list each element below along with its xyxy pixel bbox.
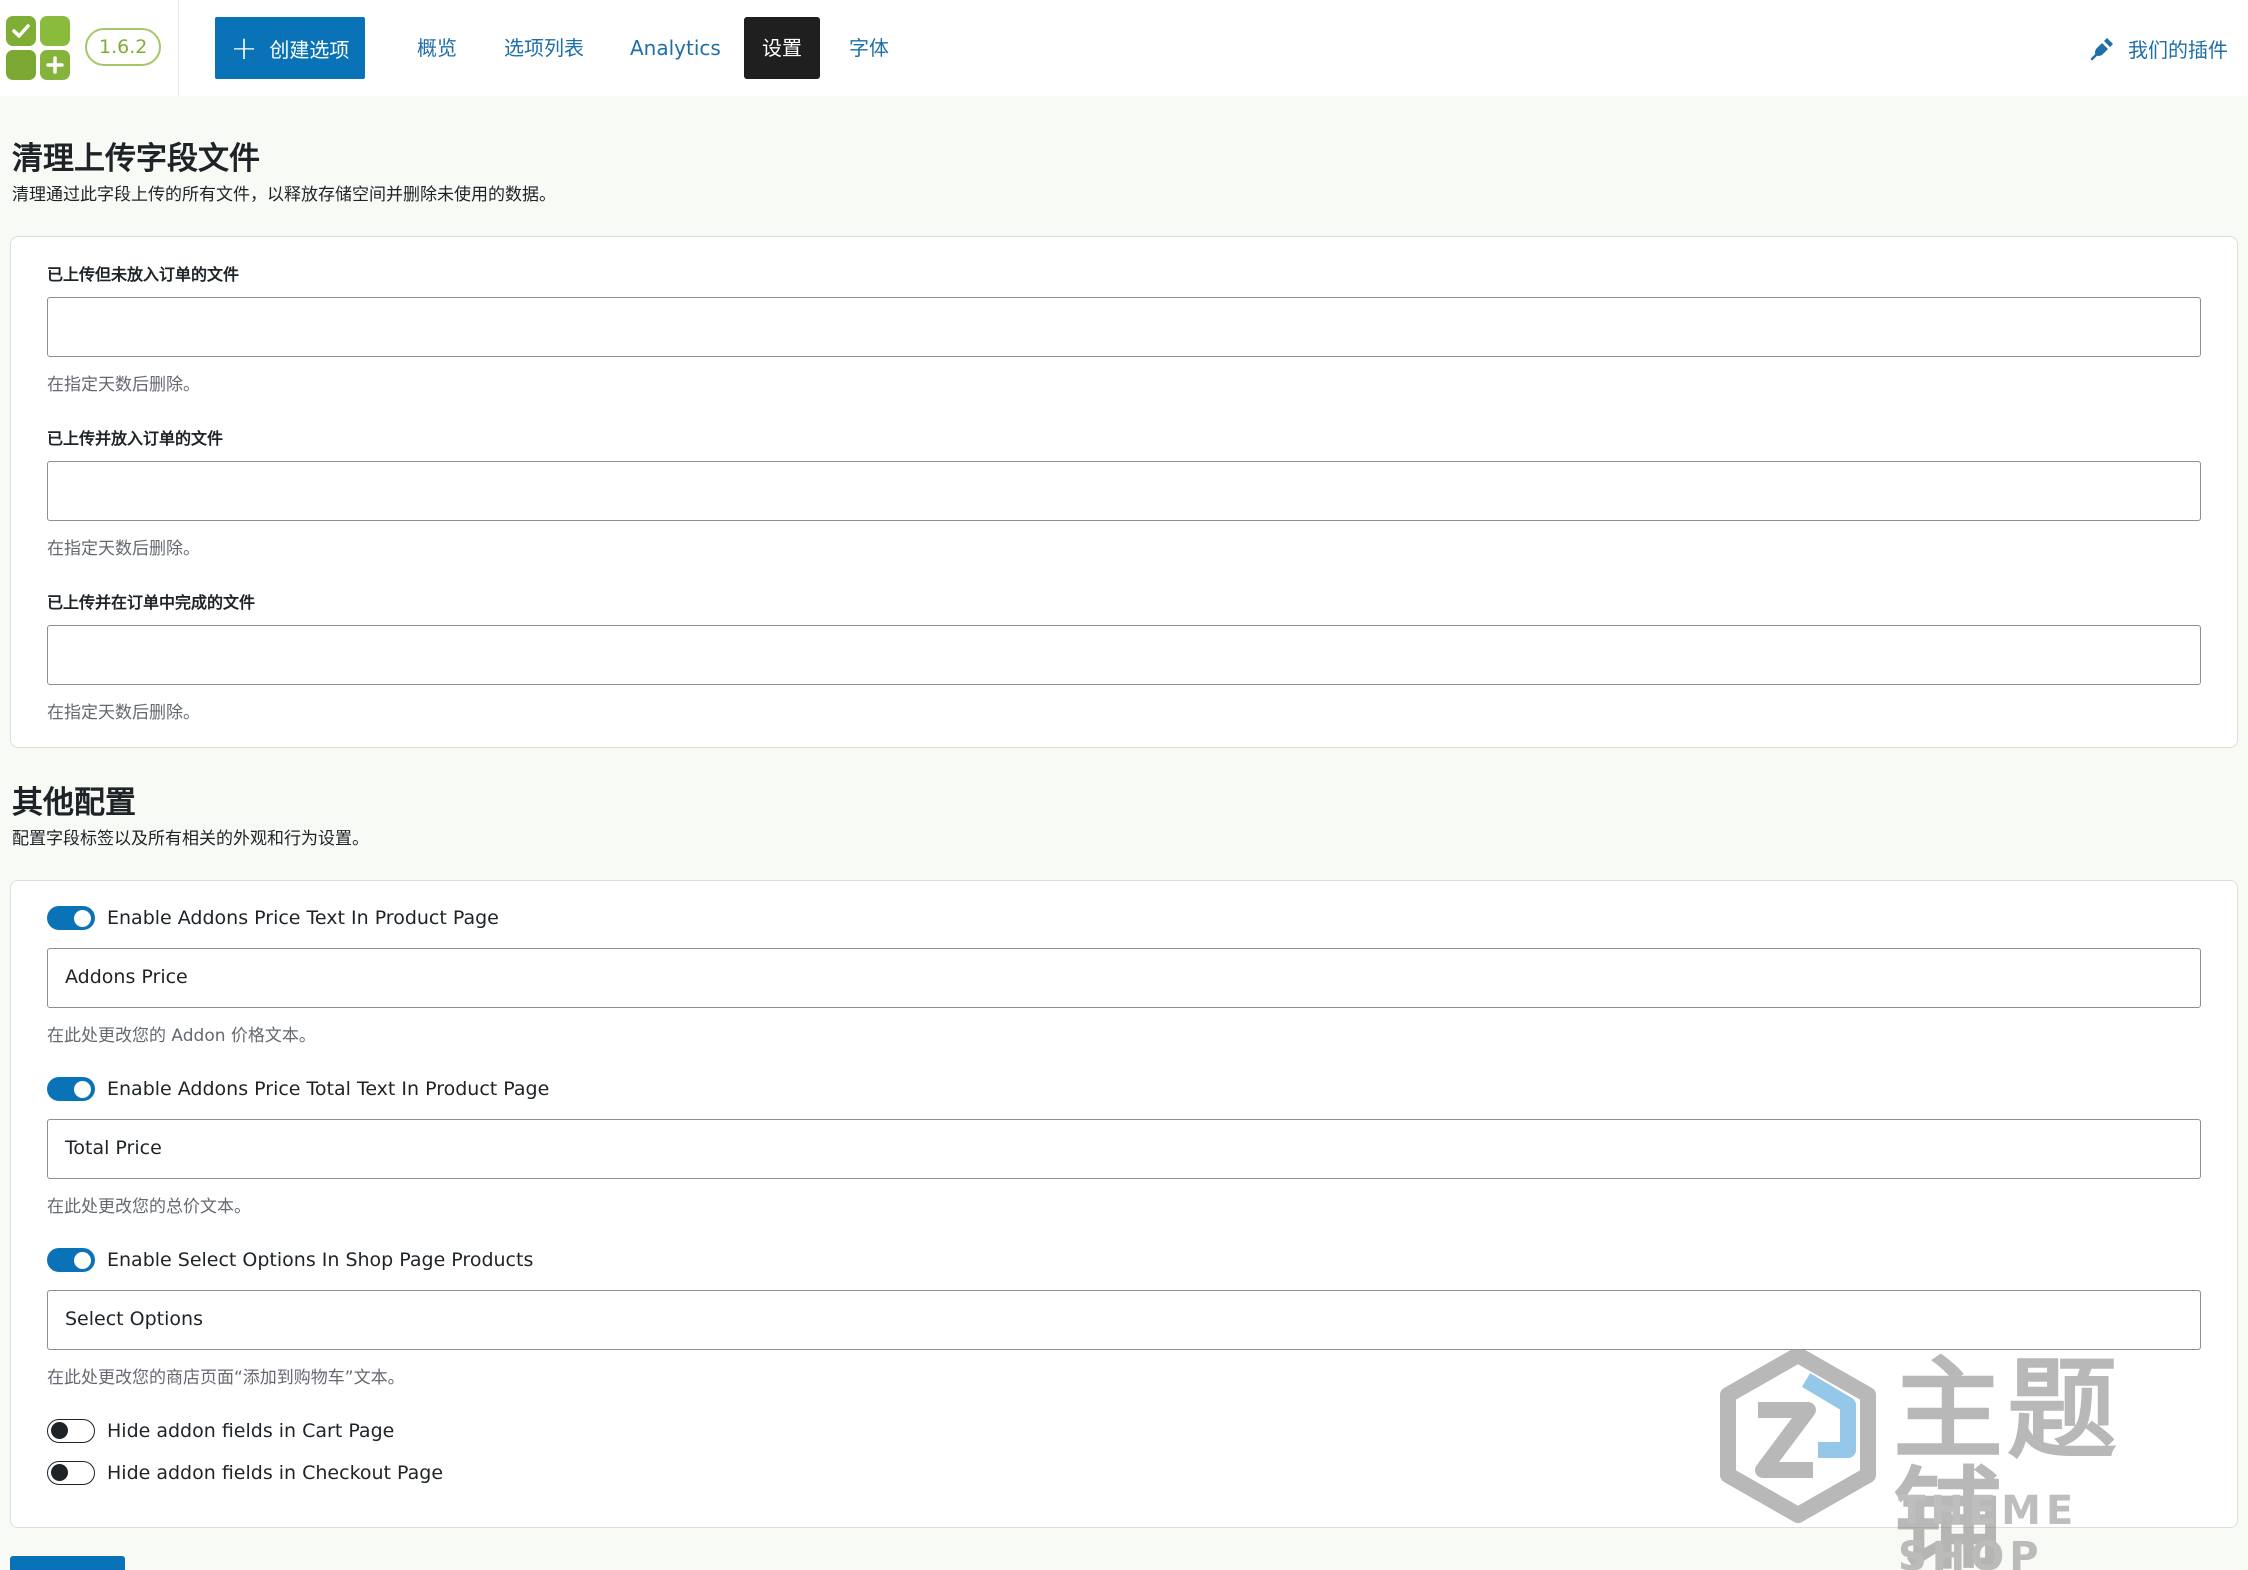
top-navigation-bar: 1.6.2 + 创建选项 概览 选项列表 Analytics 设置 字体 我们的… — [0, 0, 2248, 96]
theme-shop-watermark: 主题铺 THEME SHOP — [1718, 1350, 2228, 1570]
addons-price-text-help: 在此处更改您的 Addon 价格文本。 — [47, 1026, 316, 1046]
tab-analytics[interactable]: Analytics — [630, 17, 721, 79]
completed-files-label: 已上传并在订单中完成的文件 — [47, 593, 256, 612]
create-option-label: 创建选项 — [269, 37, 350, 62]
app-logo[interactable] — [6, 16, 72, 82]
select-options-toggle-label: Enable Select Options In Shop Page Produ… — [107, 1249, 534, 1271]
hide-checkout-fields-toggle-row: Hide addon fields in Checkout Page — [47, 1459, 443, 1487]
ordered-files-days-input[interactable] — [47, 461, 2201, 521]
ordered-files-label: 已上传并放入订单的文件 — [47, 429, 224, 448]
watermark-en-text: THEME SHOP — [1898, 1488, 2079, 1570]
our-plugins-link[interactable]: 我们的插件 — [2090, 30, 2228, 66]
version-badge: 1.6.2 — [85, 28, 162, 66]
addons-price-text-toggle-row: Enable Addons Price Text In Product Page — [47, 904, 499, 932]
select-options-text-input[interactable]: Select Options — [47, 1290, 2201, 1350]
logo-tile — [6, 16, 36, 46]
addons-total-text-toggle-row: Enable Addons Price Total Text In Produc… — [47, 1075, 549, 1103]
our-plugins-label: 我们的插件 — [2128, 37, 2228, 62]
toggle-on-icon[interactable] — [47, 1077, 95, 1101]
plus-icon — [46, 56, 64, 74]
plug-icon — [2090, 38, 2113, 61]
select-options-toggle-row: Enable Select Options In Shop Page Produ… — [47, 1246, 533, 1274]
toggle-off-icon[interactable] — [47, 1419, 95, 1443]
tab-fonts[interactable]: 字体 — [849, 17, 889, 79]
other-config-section-description: 配置字段标签以及所有相关的外观和行为设置。 — [12, 829, 369, 849]
unordered-files-help: 在指定天数后删除。 — [47, 375, 200, 395]
toggle-on-icon[interactable] — [47, 906, 95, 930]
logo-tile — [40, 50, 70, 80]
cleanup-section-title: 清理上传字段文件 — [12, 141, 260, 177]
tab-overview[interactable]: 概览 — [417, 17, 457, 79]
addons-price-text-toggle-label: Enable Addons Price Text In Product Page — [107, 907, 499, 929]
cleanup-section-description: 清理通过此字段上传的所有文件，以释放存储空间并删除未使用的数据。 — [12, 185, 556, 205]
cleanup-settings-card: 已上传但未放入订单的文件 在指定天数后删除。 已上传并放入订单的文件 在指定天数… — [10, 236, 2238, 748]
addons-total-text-toggle-label: Enable Addons Price Total Text In Produc… — [107, 1078, 550, 1100]
header-divider — [178, 0, 179, 96]
check-icon — [12, 24, 30, 38]
hide-cart-fields-label: Hide addon fields in Cart Page — [107, 1420, 395, 1442]
ordered-files-help: 在指定天数后删除。 — [47, 539, 200, 559]
watermark-logo-icon — [1720, 1350, 1876, 1523]
toggle-off-icon[interactable] — [47, 1461, 95, 1485]
toggle-on-icon[interactable] — [47, 1248, 95, 1272]
completed-files-days-input[interactable] — [47, 625, 2201, 685]
addons-total-text-input[interactable]: Total Price — [47, 1119, 2201, 1179]
select-options-help: 在此处更改您的商店页面“添加到购物车”文本。 — [47, 1368, 405, 1388]
other-config-section-title: 其他配置 — [12, 785, 136, 821]
logo-tile — [6, 50, 36, 80]
create-option-button[interactable]: + 创建选项 — [215, 17, 365, 79]
tab-options-list[interactable]: 选项列表 — [504, 17, 584, 79]
addons-total-text-help: 在此处更改您的总价文本。 — [47, 1197, 251, 1217]
hide-checkout-fields-label: Hide addon fields in Checkout Page — [107, 1462, 444, 1484]
completed-files-help: 在指定天数后删除。 — [47, 703, 200, 723]
tab-settings[interactable]: 设置 — [744, 17, 820, 79]
logo-tile — [40, 16, 70, 46]
plus-icon: + — [230, 29, 258, 67]
unordered-files-label: 已上传但未放入订单的文件 — [47, 265, 240, 284]
hide-cart-fields-toggle-row: Hide addon fields in Cart Page — [47, 1417, 394, 1445]
unordered-files-days-input[interactable] — [47, 297, 2201, 357]
addons-price-text-input[interactable]: Addons Price — [47, 948, 2201, 1008]
save-settings-button[interactable] — [10, 1556, 125, 1570]
